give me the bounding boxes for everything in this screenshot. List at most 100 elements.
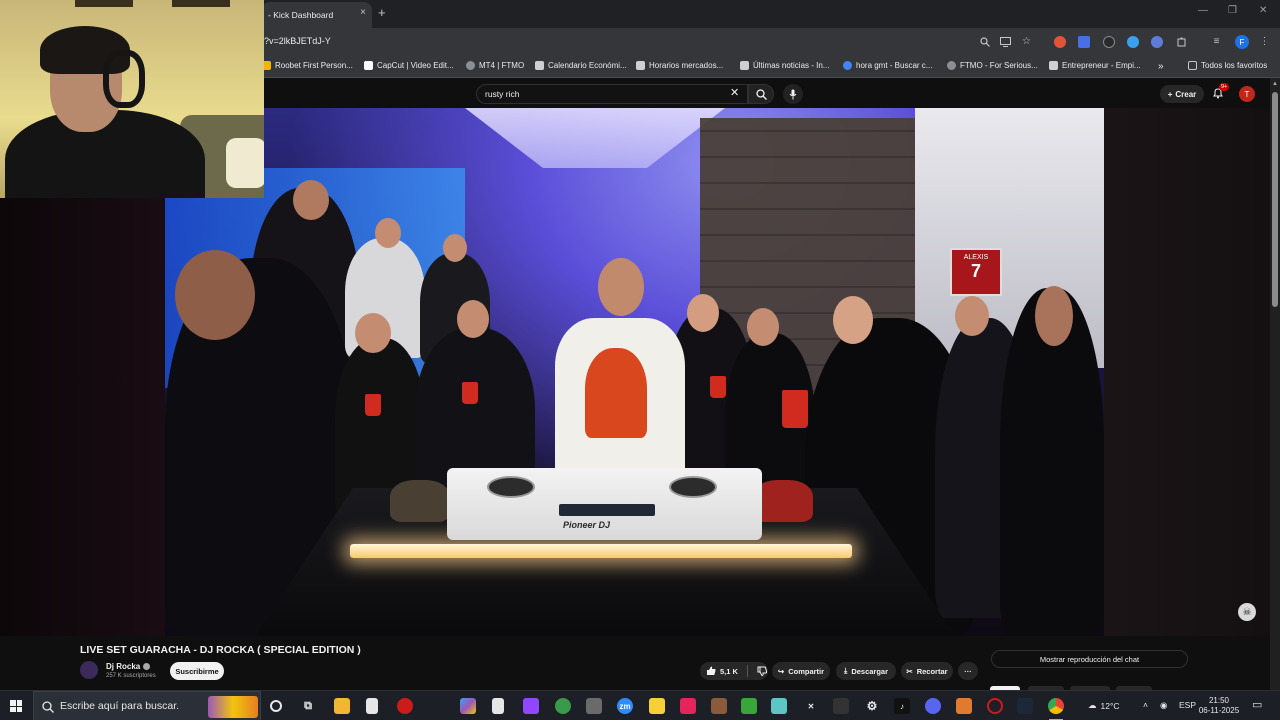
close-icon[interactable]: × [360,7,366,18]
address-bar[interactable]: ?v=2lkBJETdJ-Y [264,36,331,46]
network-icon[interactable]: ◉ [1160,700,1167,711]
capcut-app-icon[interactable]: ✕ [803,698,819,714]
download-button[interactable]: ⤓ Descargar [836,662,896,680]
chrome-icon[interactable] [1048,698,1064,714]
steam-icon[interactable] [1017,698,1033,714]
notepad-icon[interactable] [366,698,378,714]
tiktok-icon[interactable]: ♪ [894,698,910,714]
app-icon[interactable] [956,698,972,714]
taskbar-search-box[interactable]: Escribe aquí para buscar. [33,691,261,720]
person-head [833,296,873,344]
headphones-icon [103,50,145,108]
app-icon[interactable] [833,698,849,714]
taskbar-clock[interactable]: 21:50 06-11-2025 [1196,696,1242,716]
bookmark-item[interactable]: MT4 | FTMO [466,61,524,70]
jog-wheel-left [487,476,535,498]
media-controls-icon[interactable]: ≡ [1210,35,1223,48]
language-indicator[interactable]: ESP [1179,700,1196,710]
bookmark-item[interactable]: Horarios mercados... [636,61,723,70]
bookmark-item[interactable]: CapCut | Video Edit... [364,61,454,70]
bookmarks-overflow-icon[interactable]: » [1158,61,1164,72]
windows-taskbar: Escribe aquí para buscar. ⧉ zm ✕ ⚙ ♪ ☁ 1… [0,690,1280,720]
dislike-button[interactable] [757,666,767,676]
channel-avatar[interactable] [80,661,98,679]
bookmark-item[interactable]: hora gmt - Buscar c... [843,61,932,70]
person-head [293,180,329,220]
windows-start-icon[interactable] [10,700,22,712]
share-button[interactable]: ↪ Compartir [772,662,830,680]
cortana-icon[interactable] [270,700,282,712]
like-button[interactable]: 5,1 K [706,666,738,676]
search-input[interactable]: rusty rich [476,84,748,104]
red-cup [365,394,381,416]
twitch-icon[interactable] [523,698,539,714]
document-icon[interactable] [492,698,504,714]
bookmark-star-icon[interactable]: ☆ [1020,35,1033,48]
zoom-icon[interactable] [978,35,991,48]
notification-center-icon[interactable]: ▭ [1252,698,1262,711]
wall-frame [172,0,230,7]
bookmark-item[interactable]: FTMO - For Serious... [947,61,1038,70]
globe-icon [466,61,475,70]
install-app-icon[interactable] [999,35,1012,48]
file-explorer-icon[interactable] [334,698,350,714]
window-close-icon[interactable]: ✕ [1259,5,1267,16]
app-icon[interactable] [680,698,696,714]
search-button[interactable] [748,84,774,104]
all-bookmarks-folder[interactable]: Todos los favoritos [1188,61,1267,70]
translate-extension-icon[interactable] [1078,36,1090,48]
settings-gear-icon[interactable]: ⚙ [864,698,880,714]
show-chat-replay-button[interactable]: Mostrar reproducción del chat [991,650,1188,668]
account-avatar[interactable]: T [1239,86,1255,102]
page-scrollbar[interactable]: ▲ [1270,78,1280,690]
person-head [687,294,719,332]
video-frame[interactable]: ALEXIS 7 Pioneer DJ [165,108,1104,636]
app-icon[interactable] [711,698,727,714]
extension-icon[interactable] [1127,36,1139,48]
scroll-up-arrow-icon[interactable]: ▲ [1272,81,1278,87]
extension-icon[interactable] [1054,36,1066,48]
extension-icon[interactable] [1151,36,1163,48]
discord-icon[interactable] [925,698,941,714]
channel-watermark-icon[interactable]: ☠ [1238,603,1256,621]
tray-overflow-icon[interactable]: ˄ [1143,700,1148,710]
led-light-bar [350,544,852,558]
thumbs-down-icon [757,666,767,676]
copilot-icon[interactable] [460,698,476,714]
opera-icon[interactable] [397,698,413,714]
subscribe-button[interactable]: Suscribirme [170,662,224,680]
task-view-icon[interactable]: ⧉ [300,698,316,714]
minecraft-icon[interactable] [741,698,757,714]
create-button[interactable]: + Crear [1160,85,1204,103]
zoom-app-icon[interactable]: zm [617,698,633,714]
bookmark-item[interactable]: Entrepreneur - Empi... [1049,61,1141,70]
bookmark-item[interactable]: Roobet First Person... [262,61,353,70]
channel-name[interactable]: Dj Rocka [106,662,151,671]
bookmark-item[interactable]: Calendario Económi... [535,61,627,70]
restore-icon[interactable]: ❐ [1228,5,1237,16]
divider [746,665,748,677]
wall-frame [75,0,133,7]
voice-search-button[interactable] [783,84,803,104]
minimize-icon[interactable]: — [1198,5,1208,16]
chrome-profile-avatar[interactable]: F [1235,35,1249,49]
chrome-menu-icon[interactable]: ⋮ [1258,35,1271,48]
microphone-icon [789,89,797,99]
app-icon[interactable] [771,698,787,714]
bookmark-item[interactable]: Últimas noticias - In... [740,61,829,70]
scrollbar-thumb[interactable] [1272,92,1278,307]
person-head [747,308,779,346]
app-icon[interactable] [555,698,571,714]
more-actions-button[interactable]: ··· [958,662,978,680]
clip-button[interactable]: ✂ Recortar [901,662,953,680]
new-tab-icon[interactable]: + [378,6,386,20]
webcam-pillow [226,138,264,188]
extensions-puzzle-icon[interactable] [1175,35,1188,48]
clear-search-icon[interactable]: ✕ [730,88,739,99]
sticky-notes-icon[interactable] [649,698,665,714]
extension-icon[interactable] [1103,36,1115,48]
app-icon[interactable] [586,698,602,714]
tab-kick-dashboard[interactable]: - Kick Dashboard × [262,2,372,28]
weather-widget[interactable]: ☁ 12°C [1088,700,1120,711]
obs-icon[interactable] [987,698,1003,714]
